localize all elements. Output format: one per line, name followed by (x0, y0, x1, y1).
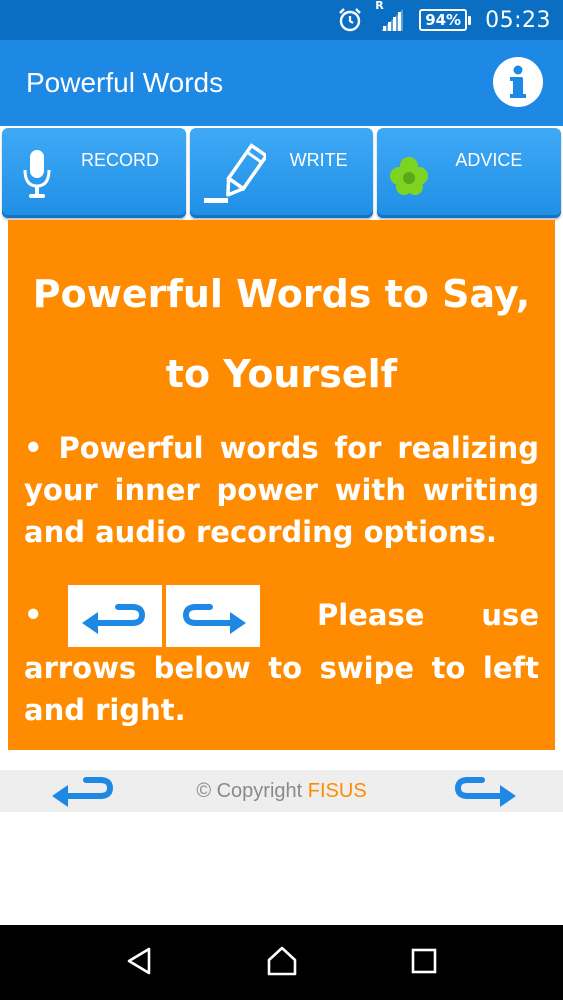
pencil-icon (203, 143, 266, 203)
brand-link[interactable]: FISUS (308, 780, 367, 802)
microphone-icon (23, 150, 51, 198)
home-icon[interactable] (265, 945, 299, 981)
status-bar: R 94% 05:23 (0, 0, 563, 40)
clover-icon (390, 157, 429, 195)
arrow-left-sample-icon (68, 585, 162, 648)
clock: 05:23 (485, 7, 551, 33)
tab-advice-label: ADVICE (455, 150, 523, 170)
heading-line-2: to Yourself (165, 351, 398, 396)
arrow-right-icon[interactable] (452, 772, 518, 812)
alarm-icon (337, 7, 363, 33)
tab-record[interactable]: RECORD (2, 128, 186, 218)
info-icon (510, 65, 526, 98)
app-title: Powerful Words (26, 67, 224, 98)
arrow-right-sample-icon (166, 585, 260, 648)
battery-icon: 94% (419, 9, 472, 31)
battery-level: 94% (425, 11, 462, 29)
navigation-bar (0, 925, 563, 1000)
content-panel: Powerful Words to Say, to Yourself • Pow… (8, 220, 555, 750)
footer: © Copyright FISUS (0, 770, 563, 812)
bullet-dot: • (24, 598, 43, 633)
roaming-label: R (375, 0, 384, 12)
tab-write-label: WRITE (289, 150, 348, 170)
tab-bar: RECORD WRITE ADVICE (0, 126, 563, 220)
copyright-text: © Copyright FISUS (196, 780, 366, 803)
back-icon[interactable] (125, 946, 155, 980)
signal-icon: R (375, 0, 405, 33)
tab-write[interactable]: WRITE (189, 128, 374, 218)
bullet-arrows: • Please use arrows below to swipe to le… (24, 585, 539, 731)
bullet-description: • Powerful words for realizing your inne… (24, 431, 539, 550)
arrow-left-icon[interactable] (50, 772, 116, 812)
app-bar: Powerful Words (0, 40, 563, 126)
tab-advice[interactable]: ADVICE (377, 128, 562, 218)
copyright-prefix: © Copyright (196, 779, 308, 802)
recents-icon[interactable] (410, 947, 438, 979)
info-button[interactable] (493, 57, 543, 107)
heading-line-1: Powerful Words to Say, (32, 272, 531, 316)
tab-record-label: RECORD (81, 150, 160, 170)
